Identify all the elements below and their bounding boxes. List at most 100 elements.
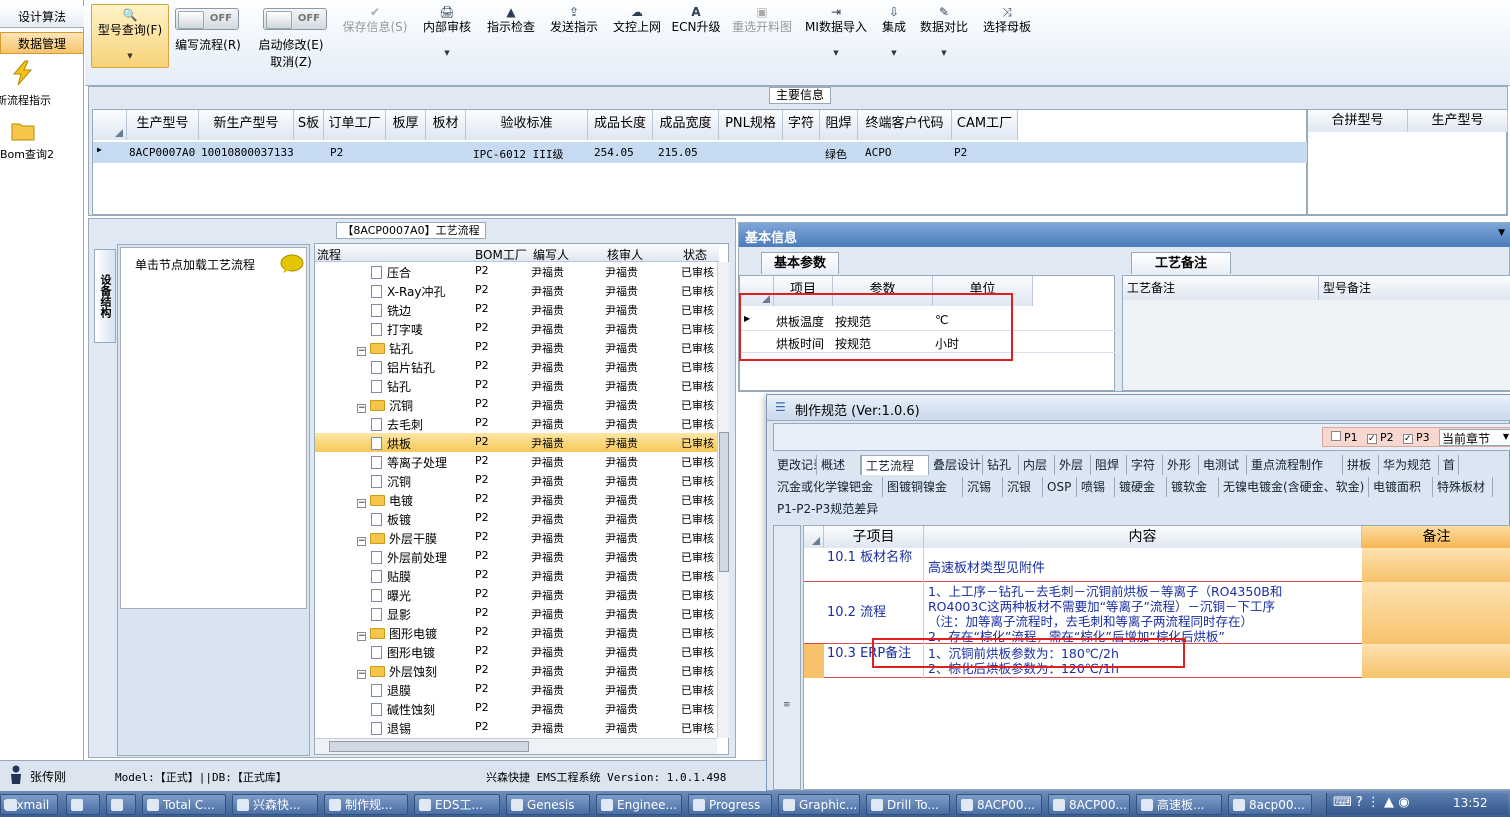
col-model[interactable]: 生产型号 [127, 110, 199, 140]
col-process[interactable]: 流程 [317, 246, 341, 263]
col-new-model[interactable]: 新生产型号 [199, 110, 294, 140]
spec-tab[interactable]: 内层 [1019, 455, 1055, 475]
col-s-board[interactable]: S板 [294, 110, 324, 140]
col-width[interactable]: 成品宽度 [653, 110, 719, 140]
col-model-remark[interactable]: 型号备注 [1319, 276, 1510, 300]
tray-icons[interactable]: ⌨ ? ⋮ ▲ ◉ [1333, 795, 1410, 810]
spec-tab[interactable]: 拼板 [1343, 455, 1379, 475]
equipment-structure-tab[interactable]: 设备结构 [94, 249, 116, 343]
tab-process-remark[interactable]: 工艺备注 [1131, 252, 1231, 274]
tree-row[interactable]: 沉铜 P2 尹福贵 尹福贵 已审核 [315, 471, 719, 490]
spec-tab[interactable]: 无镍电镀金(含硬金、软金) [1219, 477, 1369, 497]
col-writer[interactable]: 编写人 [533, 246, 569, 263]
spec-tab[interactable]: 外形 [1163, 455, 1199, 475]
tree-row[interactable]: 贴膜 P2 尹福贵 尹福贵 已审核 [315, 566, 719, 585]
nav-item-bom[interactable]: Bom查询2 [0, 146, 54, 162]
spec-tab[interactable]: 沉锡 [963, 477, 1003, 497]
taskbar-item[interactable]: 高速板... [1136, 794, 1222, 815]
tree-row[interactable]: 钻孔 P2 尹福贵 尹福贵 已审核 [315, 376, 719, 395]
tree-row[interactable]: 显影 P2 尹福贵 尹福贵 已审核 [315, 604, 719, 623]
taskbar-item[interactable]: Genesis [506, 794, 590, 815]
mi-import-button[interactable]: ⇥ MI数据导入 ▼ [803, 4, 869, 60]
tree-row[interactable]: 铣边 P2 尹福贵 尹福贵 已审核 [315, 300, 719, 319]
tree-hscrollbar[interactable] [315, 738, 717, 754]
load-hint-text[interactable]: 单击节点加载工艺流程 [135, 256, 255, 273]
taskbar-item[interactable]: Enginee... [596, 794, 682, 815]
col-char[interactable]: 字符 [783, 110, 820, 140]
spec-side-scroll[interactable]: ≡ [773, 525, 801, 790]
tree-row[interactable]: 铝片钻孔 P2 尹福贵 尹福贵 已审核 [315, 357, 719, 376]
nav-tab-data-management[interactable]: 数据管理 [0, 32, 84, 54]
send-instruction-button[interactable]: ⇪ 发送指示 [545, 4, 603, 34]
tree-row[interactable]: − 沉铜 P2 尹福贵 尹福贵 已审核 [315, 395, 719, 414]
tree-row[interactable]: 退锡 P2 尹福贵 尹福贵 已审核 [315, 718, 719, 737]
taskbar-item[interactable]: 8ACP00... [956, 794, 1042, 815]
spec-tab[interactable]: 首 [1439, 455, 1459, 475]
tab-basic-params[interactable]: 基本参数 [761, 252, 839, 274]
edit-process-toggle[interactable]: OFF [175, 8, 239, 30]
col-reviewer[interactable]: 核审人 [607, 246, 643, 263]
spec-tab[interactable]: 电镀面积 [1369, 477, 1433, 497]
spec-tab[interactable]: 特殊板材 [1433, 477, 1493, 497]
taskbar-item[interactable] [66, 794, 100, 815]
spec-tab[interactable]: 概述 [817, 455, 861, 475]
spec-tab[interactable]: 钻孔 [983, 455, 1019, 475]
spec-row[interactable]: 10.2 流程 1、上工序－钻孔－去毛刺－沉铜前烘板－等离子（RO4350B和 … [804, 582, 1510, 644]
col-mask[interactable]: 阻焊 [820, 110, 858, 140]
tree-vscrollbar[interactable] [717, 262, 729, 738]
taskbar-item[interactable]: Foxmail [0, 794, 58, 815]
tree-row[interactable]: 外层前处理 P2 尹福贵 尹福贵 已审核 [315, 547, 719, 566]
tree-row[interactable]: 曝光 P2 尹福贵 尹福贵 已审核 [315, 585, 719, 604]
p1-checkbox[interactable]: P1 [1331, 431, 1358, 444]
nav-item-process[interactable]: 新流程指示 [0, 92, 51, 108]
p2-checkbox[interactable]: ✓ P2 [1367, 431, 1394, 444]
col-sub-item[interactable]: 子项目 [824, 526, 924, 548]
tree-row[interactable]: 打字唛 P2 尹福贵 尹福贵 已审核 [315, 319, 719, 338]
enable-modify-toggle[interactable]: OFF [263, 8, 327, 30]
spec-tab[interactable]: 阻焊 [1091, 455, 1127, 475]
col-material[interactable]: 板材 [426, 110, 466, 140]
tree-vscroll-thumb[interactable] [719, 432, 729, 572]
tree-row[interactable]: − 外层干膜 P2 尹福贵 尹福贵 已审核 [315, 528, 719, 547]
spec-tab[interactable]: 沉金或化学镍钯金 [773, 477, 883, 497]
collapse-icon[interactable]: − [357, 670, 366, 679]
data-compare-button[interactable]: ✎ 数据对比 ▼ [919, 4, 969, 60]
collapse-icon[interactable]: − [357, 404, 366, 413]
col-merge-model[interactable]: 合拼型号 [1308, 110, 1408, 132]
tree-row[interactable]: X-Ray冲孔 P2 尹福贵 尹福贵 已审核 [315, 281, 719, 300]
tree-hscroll-thumb[interactable] [329, 741, 529, 752]
doc-control-button[interactable]: ☁ 文控上网 [609, 4, 665, 34]
taskbar-item[interactable]: 8acp00... [1228, 794, 1312, 815]
col-customer-code[interactable]: 终端客户代码 [858, 110, 952, 140]
spec-tab[interactable]: 镀硬金 [1115, 477, 1167, 497]
tab-p-diff[interactable]: P1-P2-P3规范差异 [777, 499, 878, 519]
tree-row[interactable]: 压合 P2 尹福贵 尹福贵 已审核 [315, 262, 719, 281]
chevron-down-icon[interactable]: ▼ [1498, 228, 1505, 238]
col-length[interactable]: 成品长度 [588, 110, 653, 140]
col-status[interactable]: 状态 [683, 246, 707, 263]
collapse-icon[interactable]: − [357, 499, 366, 508]
tree-row[interactable]: − 图形电镀 P2 尹福贵 尹福贵 已审核 [315, 623, 719, 642]
col-side-model[interactable]: 生产型号 [1408, 110, 1508, 132]
col-bom-factory[interactable]: BOM工厂 [475, 246, 527, 263]
taskbar-item[interactable]: Drill To... [866, 794, 950, 815]
col-content[interactable]: 内容 [924, 526, 1362, 548]
p3-checkbox[interactable]: ✓ P3 [1403, 431, 1430, 444]
taskbar-item[interactable]: 兴森快... [232, 794, 318, 815]
spec-tab[interactable]: 更改记录 [773, 455, 817, 475]
taskbar-item[interactable]: Total C... [142, 794, 226, 815]
tree-row[interactable]: 去毛刺 P2 尹福贵 尹福贵 已审核 [315, 414, 719, 433]
save-info-button[interactable]: ✔ 保存信息(S) [340, 4, 410, 34]
taskbar-item[interactable]: EDS工... [414, 794, 500, 815]
spec-tab[interactable]: 外层 [1055, 455, 1091, 475]
collapse-icon[interactable]: − [357, 347, 366, 356]
select-motherboard-button[interactable]: ⤨ 选择母板 [979, 4, 1035, 34]
spec-row[interactable]: 10.1 板材名称 高速板材类型见附件 [804, 548, 1510, 582]
col-thickness[interactable]: 板厚 [386, 110, 426, 140]
model-query-button[interactable]: 🔍 型号查询(F) ▼ [91, 4, 169, 68]
ecn-upgrade-button[interactable]: A ECN升级 [671, 4, 721, 34]
spec-tab[interactable]: 喷锡 [1077, 477, 1115, 497]
spec-tab[interactable]: 沉银 [1003, 477, 1043, 497]
spec-tab[interactable]: 华为规范 [1379, 455, 1439, 475]
spec-tab[interactable]: 图镀铜镍金 [883, 477, 963, 497]
